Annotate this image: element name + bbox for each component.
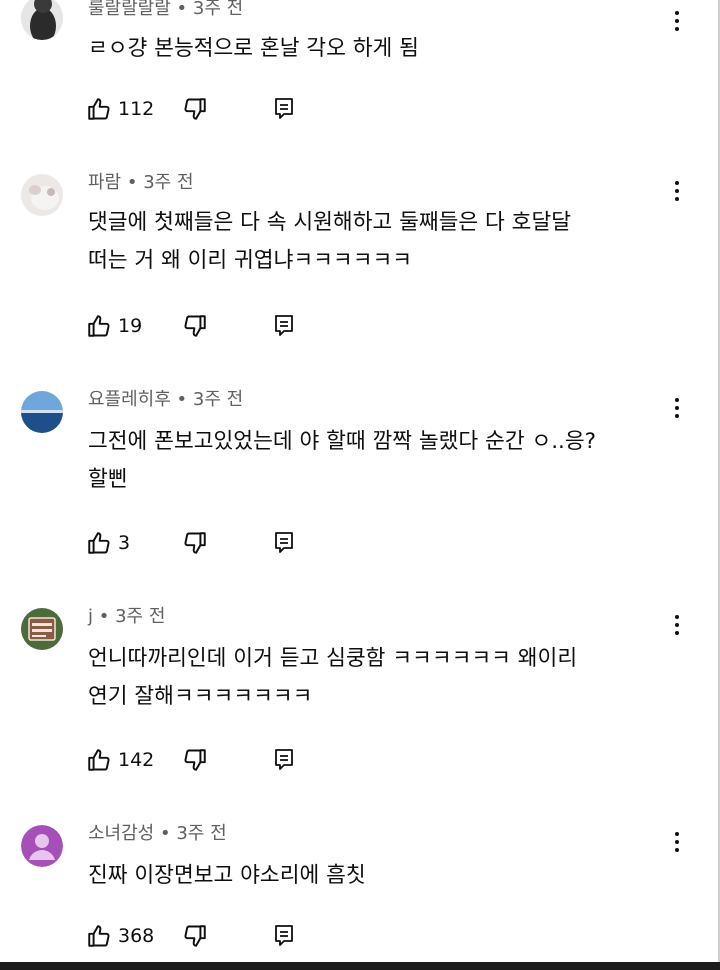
comment-time[interactable]: 3주 전 bbox=[143, 172, 193, 193]
reply-button[interactable] bbox=[272, 313, 296, 339]
reply-button[interactable] bbox=[272, 530, 296, 556]
author-name[interactable]: 룰랄랄랄랄 bbox=[88, 0, 171, 19]
thumbs-down-icon bbox=[184, 925, 206, 947]
avatar[interactable] bbox=[21, 391, 63, 433]
reply-icon bbox=[275, 532, 293, 553]
like-button[interactable]: 368 bbox=[86, 923, 154, 949]
dislike-button[interactable] bbox=[182, 747, 208, 773]
comments-panel: 룰랄랄랄랄 • 3주 전 ㄹㅇ걍 본능적으로 혼날 각오 하게 됨 112 파람… bbox=[0, 0, 720, 962]
dislike-button[interactable] bbox=[182, 313, 208, 339]
more-vertical-icon[interactable] bbox=[666, 176, 688, 206]
thumbs-up-icon bbox=[88, 98, 110, 120]
reply-icon bbox=[275, 315, 293, 336]
like-button[interactable]: 112 bbox=[86, 96, 154, 122]
comment-actions: 142 bbox=[86, 747, 316, 777]
comment-actions: 3 bbox=[86, 530, 316, 560]
avatar[interactable] bbox=[21, 174, 63, 216]
thumbs-up-icon bbox=[88, 315, 110, 337]
like-button[interactable]: 19 bbox=[86, 313, 142, 339]
reply-button[interactable] bbox=[272, 96, 296, 122]
reply-icon bbox=[275, 98, 293, 119]
author-name[interactable]: 요플레히후 bbox=[88, 389, 171, 410]
comment-line: 그전에 폰보고있었는데 야 할때 깜짝 놀랬다 순간 ㅇ..응? bbox=[88, 429, 597, 454]
comment-line: 떠는 거 왜 이리 귀엽냐ㅋㅋㅋㅋㅋㅋ bbox=[88, 248, 413, 273]
reply-button[interactable] bbox=[272, 923, 296, 949]
comment-line: ㄹㅇ걍 본능적으로 혼날 각오 하게 됨 bbox=[88, 36, 419, 61]
avatar[interactable] bbox=[21, 608, 63, 650]
comment-line: 댓글에 첫째들은 다 속 시원해하고 둘째들은 다 호달달 bbox=[88, 210, 572, 235]
comment-text: 언니따까리인데 이거 듣고 심쿵함 ㅋㅋㅋㅋㅋㅋ 왜이리 연기 잘해ㅋㅋㅋㅋㅋㅋ… bbox=[88, 640, 577, 716]
author-name[interactable]: 소녀감성 bbox=[88, 823, 154, 844]
comment-meta: 룰랄랄랄랄 • 3주 전 bbox=[88, 0, 243, 20]
dislike-button[interactable] bbox=[182, 530, 208, 556]
avatar-default-user[interactable] bbox=[21, 825, 63, 867]
like-count: 368 bbox=[118, 925, 155, 947]
meta-separator: • bbox=[176, 0, 188, 19]
meta-separator: • bbox=[126, 172, 138, 193]
comment-line: 언니따까리인데 이거 듣고 심쿵함 ㅋㅋㅋㅋㅋㅋ 왜이리 bbox=[88, 646, 578, 671]
comment-meta: j • 3주 전 bbox=[88, 602, 165, 628]
comment-meta: 요플레히후 • 3주 전 bbox=[88, 385, 243, 411]
reply-button[interactable] bbox=[272, 747, 296, 773]
author-name[interactable]: j bbox=[88, 606, 93, 627]
dislike-button[interactable] bbox=[182, 96, 208, 122]
comment-text: 댓글에 첫째들은 다 속 시원해하고 둘째들은 다 호달달 떠는 거 왜 이리 … bbox=[88, 204, 571, 280]
thumbs-down-icon bbox=[184, 315, 206, 337]
comment-text: 진짜 이장면보고 야소리에 흠칫 bbox=[88, 857, 366, 895]
like-count: 112 bbox=[118, 98, 155, 120]
comment-text: ㄹㅇ걍 본능적으로 혼날 각오 하게 됨 bbox=[88, 30, 419, 68]
avatar[interactable] bbox=[21, 0, 63, 40]
comment-line: 할삔 bbox=[88, 467, 128, 492]
thumbs-down-icon bbox=[184, 749, 206, 771]
like-count: 19 bbox=[118, 315, 143, 337]
like-count: 3 bbox=[118, 532, 131, 554]
more-vertical-icon[interactable] bbox=[666, 6, 688, 36]
comment-meta: 소녀감성 • 3주 전 bbox=[88, 819, 227, 845]
thumbs-down-icon bbox=[184, 532, 206, 554]
navigation-bar bbox=[0, 962, 720, 970]
comment-actions: 19 bbox=[86, 313, 316, 343]
comment-time[interactable]: 3주 전 bbox=[193, 0, 243, 19]
thumbs-up-icon bbox=[88, 749, 110, 771]
comment-actions: 368 bbox=[86, 923, 316, 953]
reply-icon bbox=[275, 749, 293, 770]
dislike-button[interactable] bbox=[182, 923, 208, 949]
comment-time[interactable]: 3주 전 bbox=[115, 606, 165, 627]
more-vertical-icon[interactable] bbox=[666, 610, 688, 640]
thumbs-up-icon bbox=[88, 925, 110, 947]
thumbs-down-icon bbox=[184, 98, 206, 120]
comment-time[interactable]: 3주 전 bbox=[193, 389, 243, 410]
meta-separator: • bbox=[98, 606, 110, 627]
comment-line: 연기 잘해ㅋㅋㅋㅋㅋㅋㅋ bbox=[88, 684, 313, 709]
comment-line: 진짜 이장면보고 야소리에 흠칫 bbox=[88, 863, 366, 888]
thumbs-up-icon bbox=[88, 532, 110, 554]
like-button[interactable]: 3 bbox=[86, 530, 130, 556]
comment-meta: 파람 • 3주 전 bbox=[88, 168, 194, 194]
author-name[interactable]: 파람 bbox=[88, 172, 121, 193]
like-count: 142 bbox=[118, 749, 155, 771]
meta-separator: • bbox=[159, 823, 171, 844]
comment-text: 그전에 폰보고있었는데 야 할때 깜짝 놀랬다 순간 ㅇ..응? 할삔 bbox=[88, 423, 596, 499]
meta-separator: • bbox=[176, 389, 188, 410]
more-vertical-icon[interactable] bbox=[666, 827, 688, 857]
more-vertical-icon[interactable] bbox=[666, 393, 688, 423]
comment-time[interactable]: 3주 전 bbox=[176, 823, 226, 844]
like-button[interactable]: 142 bbox=[86, 747, 154, 773]
comment-actions: 112 bbox=[86, 96, 316, 126]
reply-icon bbox=[275, 925, 293, 946]
